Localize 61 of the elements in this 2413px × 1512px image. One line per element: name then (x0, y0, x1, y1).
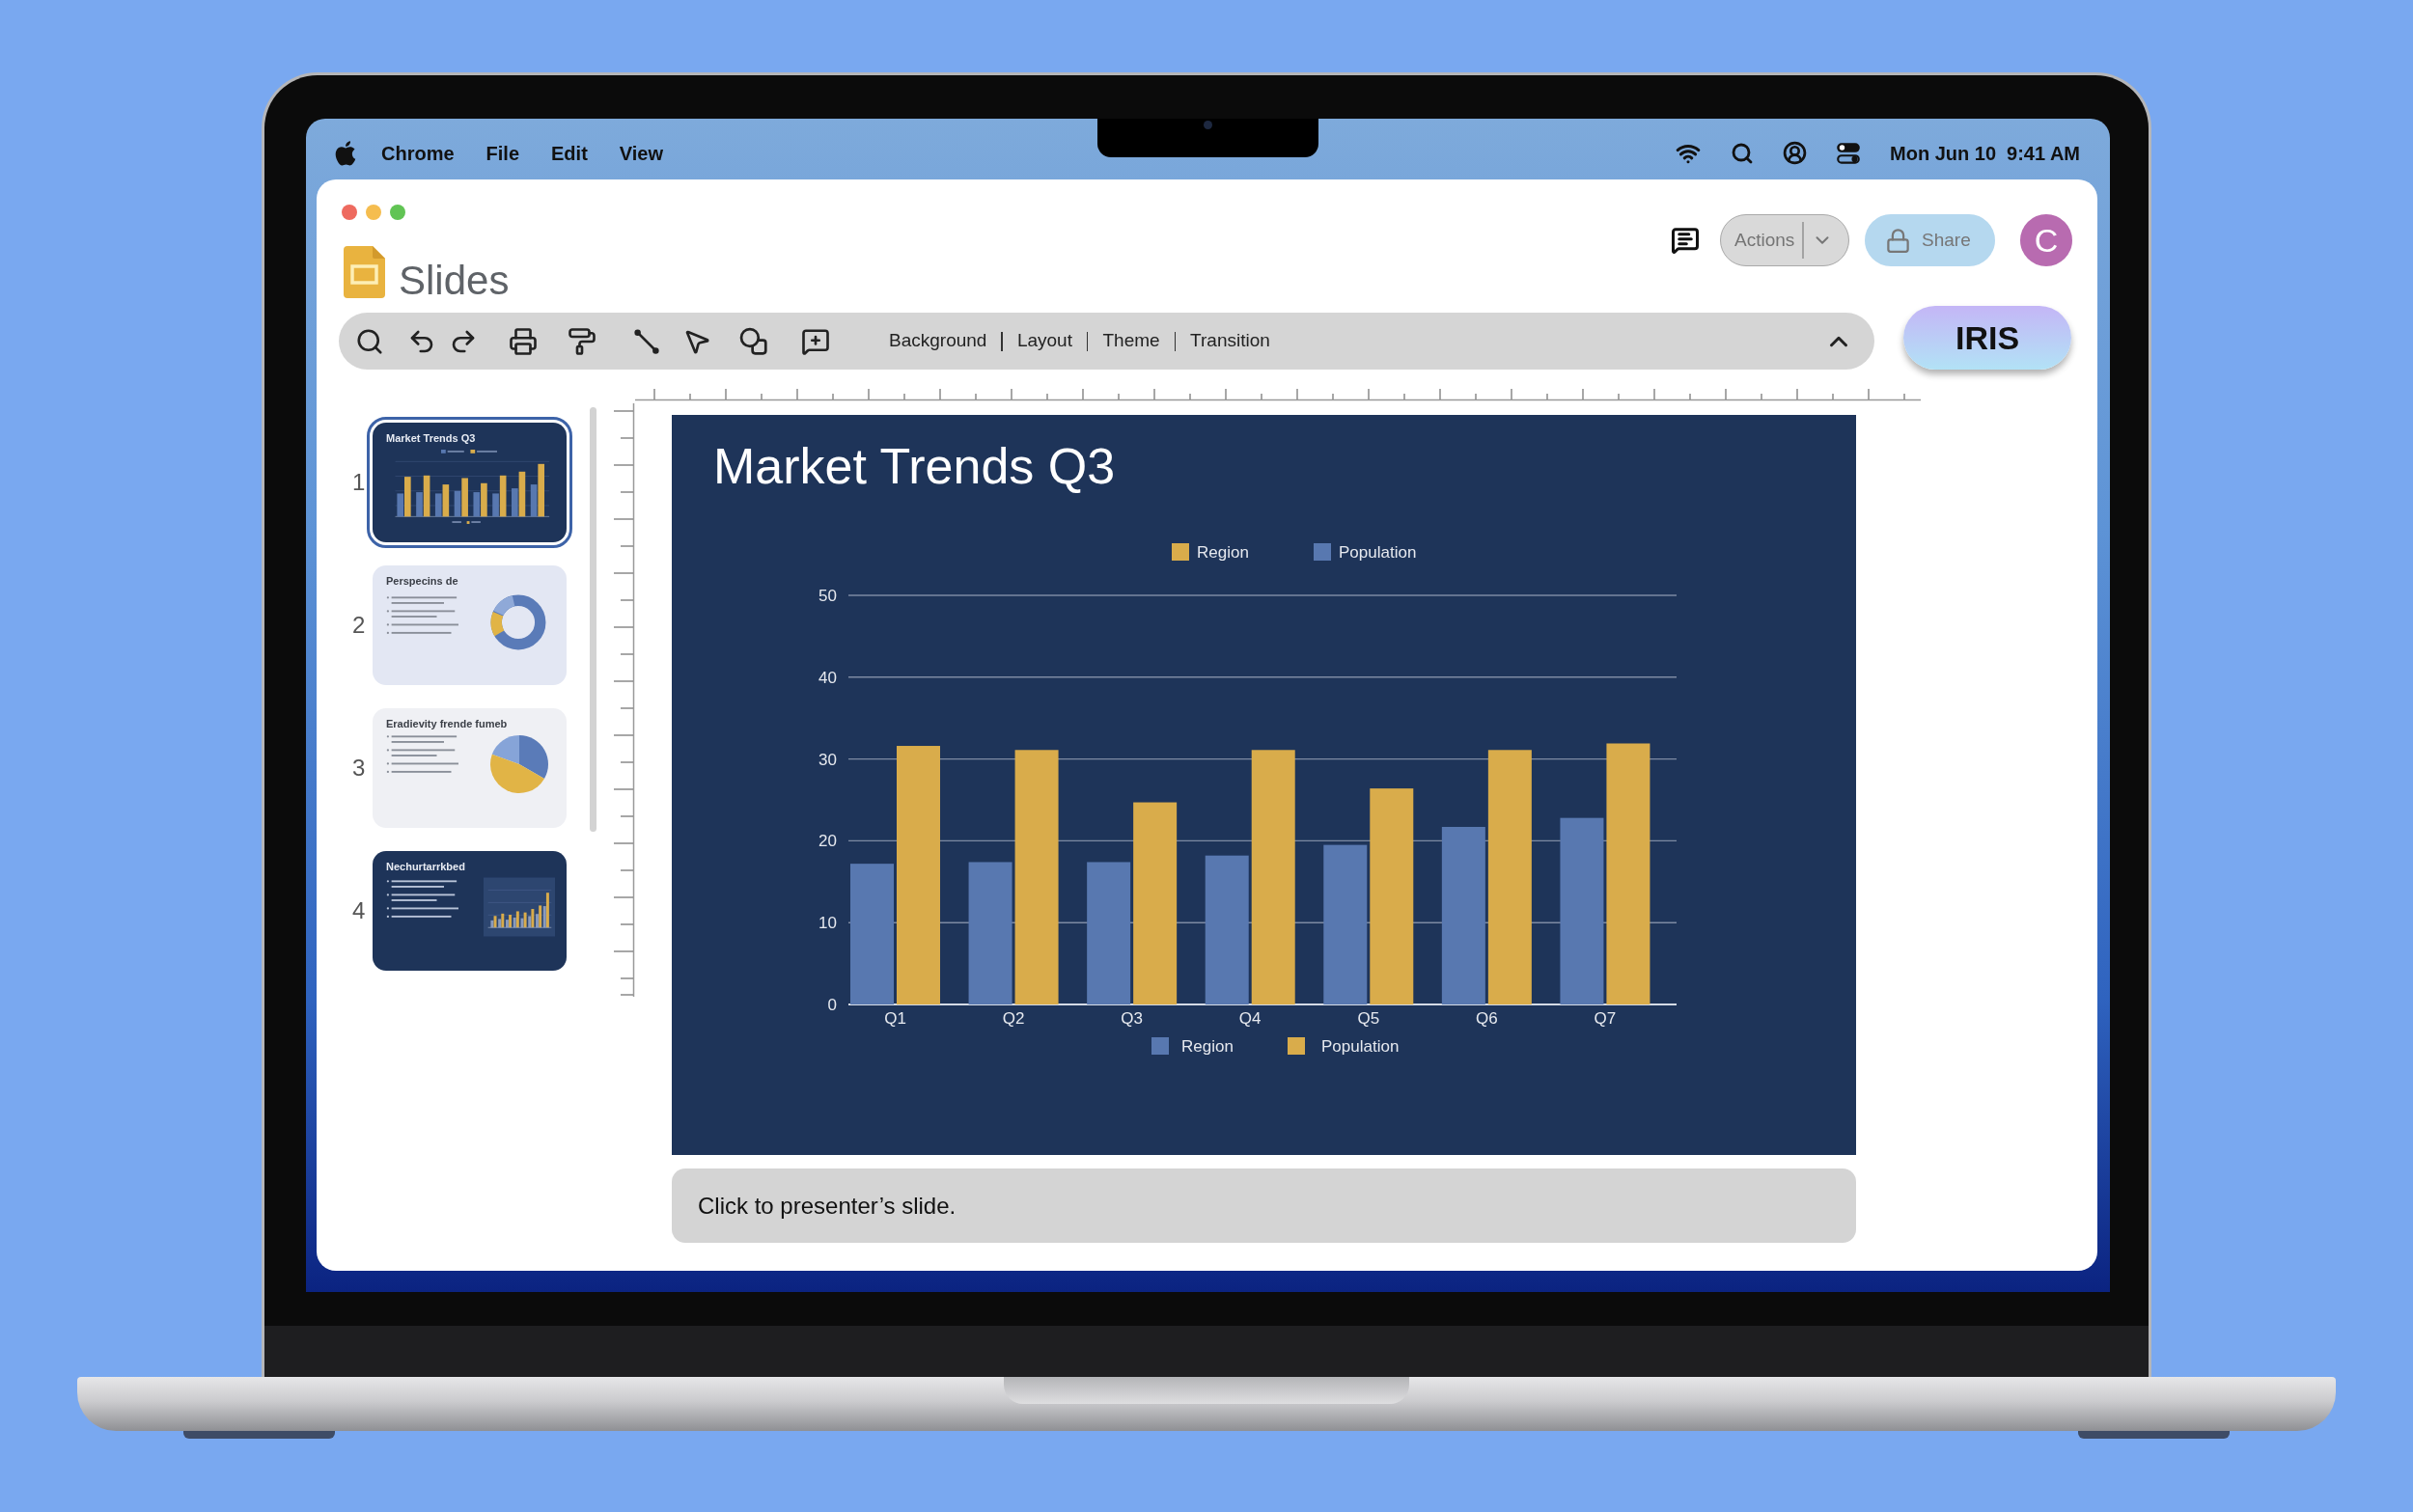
x-axis-label: Q5 (1357, 1009, 1380, 1028)
app-title: Slides (399, 261, 510, 301)
user-avatar[interactable]: C (2020, 214, 2072, 266)
slide-title: Market Trends Q3 (713, 438, 1116, 494)
y-axis-label: 40 (818, 668, 837, 687)
printer-icon[interactable] (509, 326, 538, 356)
shapes-icon[interactable] (739, 326, 768, 356)
x-axis-label: Q3 (1121, 1009, 1143, 1028)
y-axis-label: 20 (818, 832, 837, 851)
legend-label: Population (1339, 543, 1417, 562)
slide-thumbnail[interactable]: Perspecins de (373, 565, 567, 685)
line-tool-icon[interactable] (632, 326, 661, 356)
comment-icon[interactable] (1671, 226, 1700, 255)
search-icon[interactable] (1731, 141, 1755, 165)
scrollbar[interactable] (590, 407, 596, 832)
thumbnail-title: Perspecins de (386, 575, 459, 588)
x-axis-label: Q7 (1594, 1009, 1617, 1028)
x-axis-label: Q6 (1476, 1009, 1498, 1028)
menu-item[interactable]: View (619, 138, 664, 168)
menu-bar-time[interactable]: 9:41 AM (2007, 138, 2080, 168)
slide-thumbnail[interactable]: Eradievity frende fumeb (373, 708, 567, 828)
toolbar-menu-item[interactable]: Layout (1016, 327, 1072, 355)
x-axis-label: Q1 (884, 1009, 906, 1028)
toolbar-menu-item[interactable]: Background (889, 327, 987, 355)
x-axis-label: Q2 (1002, 1009, 1025, 1028)
toolbar-menu-item[interactable]: Transition (1190, 327, 1270, 355)
legend-label: Population (1321, 1037, 1400, 1056)
slide-number: 2 (352, 611, 367, 640)
menu-item[interactable]: File (485, 138, 520, 168)
menu-item[interactable]: Edit (551, 138, 588, 168)
speaker-notes-field[interactable]: Click to presenter’s slide. (672, 1168, 1856, 1243)
y-axis-label: 0 (827, 996, 837, 1014)
y-axis-label: 50 (818, 587, 837, 605)
thumbnail-title: Nechurtarrkbed (386, 861, 466, 873)
app-menu[interactable]: Chrome (381, 138, 455, 168)
slide-number: 4 (352, 896, 367, 925)
thumbnail-title: Market Trends Q3 (386, 432, 477, 445)
x-axis-label: Q4 (1238, 1009, 1262, 1028)
thumbnail-title: Eradievity frende fumeb (386, 718, 509, 730)
user-account-icon[interactable] (1783, 141, 1808, 165)
menu-bar-date[interactable]: Mon Jun 10 (1890, 138, 1997, 168)
slide-number: 1 (352, 468, 367, 497)
slides-logo-icon (344, 246, 385, 298)
search-icon[interactable] (355, 326, 384, 356)
slide-thumbnail[interactable]: Nechurtarrkbed (373, 851, 567, 971)
iris-button[interactable]: IRIS (1903, 306, 2071, 370)
slide-number: 3 (352, 754, 367, 783)
toggle-switches-icon[interactable] (1836, 141, 1862, 165)
legend-label: Region (1197, 543, 1249, 562)
apple-logo-icon[interactable] (335, 140, 356, 166)
y-axis-label: 30 (818, 750, 837, 769)
camera-icon (1204, 121, 1212, 129)
y-axis-label: 10 (818, 914, 837, 933)
toolbar-menu-item[interactable]: Theme (1102, 327, 1160, 355)
legend-label: Region (1181, 1037, 1234, 1056)
bar-chart-panel-icon (484, 877, 555, 937)
donut-chart-icon (489, 593, 547, 651)
paint-roller-icon[interactable] (568, 326, 596, 356)
pie-chart-icon (487, 732, 551, 796)
add-comment-icon[interactable] (801, 326, 830, 356)
lock-icon (1885, 227, 1911, 254)
